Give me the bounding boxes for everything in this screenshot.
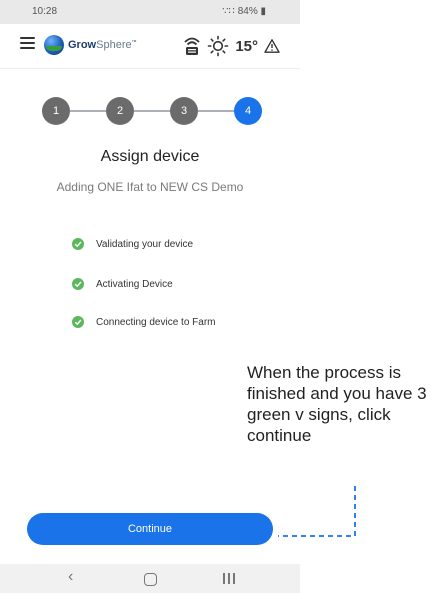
annotation-connector xyxy=(278,486,356,537)
